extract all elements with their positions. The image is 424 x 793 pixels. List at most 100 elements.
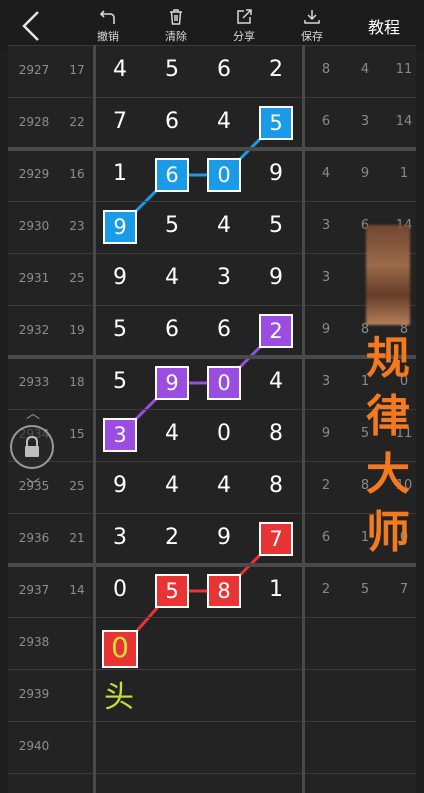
head-digit-box: 0 [102,630,138,668]
tail-value: 3 [321,218,331,233]
digit-cell: 5 [113,369,127,394]
digit-cell: 6 [165,109,179,134]
digit-cell: 8 [269,421,283,446]
sum-value: 14 [69,583,85,597]
digit-cell: 9 [217,525,231,550]
digit-cell: 0 [217,421,231,446]
row-divider [8,253,416,254]
sum-value: 25 [69,479,85,493]
issue-number: 2938 [18,635,50,649]
digit-cell: 9 [269,161,283,186]
column-divider [302,45,305,793]
digit-cell: 1 [113,161,127,186]
tail-value: 14 [395,114,413,129]
digit-cell: 7 [113,109,127,134]
row-divider [8,563,416,567]
highlight-box: 9 [155,366,189,400]
sum-value: 15 [69,427,85,441]
digit-cell: 9 [113,473,127,498]
digit-cell: 2 [269,57,283,82]
tail-value: 2 [321,582,331,597]
watermark: 规律大师 [366,333,410,558]
tail-value: 8 [321,62,331,77]
row-divider [8,773,416,774]
row-divider [8,513,416,514]
digit-cell: 6 [165,317,179,342]
highlight-box: 9 [103,210,137,244]
sum-value: 25 [69,271,85,285]
highlight-box: 0 [207,366,241,400]
digit-cell: 1 [269,577,283,602]
issue-number: 2936 [18,531,50,545]
digit-cell: 8 [269,473,283,498]
chevron-up-icon: ︿ [26,406,40,422]
highlight-box: 6 [155,158,189,192]
highlight-box: 5 [259,106,293,140]
issue-number: 2933 [18,375,50,389]
head-label: 头 [104,680,134,715]
lock-icon [25,435,39,457]
issue-number: 2931 [18,271,50,285]
lock-button[interactable] [10,425,54,469]
row-divider [8,97,416,98]
sum-value: 17 [69,63,85,77]
tail-value: 3 [321,374,331,389]
issue-number: 2927 [18,63,50,77]
digit-cell: 4 [269,369,283,394]
digit-cell: 6 [217,57,231,82]
column-divider [93,45,96,793]
issue-number: 2930 [18,219,50,233]
digit-cell: 6 [217,317,231,342]
highlight-box: 5 [155,574,189,608]
digit-cell: 5 [269,213,283,238]
highlight-box: 7 [259,522,293,556]
digit-cell: 4 [165,473,179,498]
row-divider [8,147,416,151]
highlight-box: 0 [207,158,241,192]
digit-cell: 5 [165,57,179,82]
tail-value: 9 [360,166,370,181]
highlight-box: 2 [259,314,293,348]
issue-number: 2928 [18,115,50,129]
tail-value: 9 [321,322,331,337]
digit-cell: 9 [269,265,283,290]
digit-cell: 4 [113,57,127,82]
row-divider [8,355,416,359]
tail-value: 3 [360,114,370,129]
row-divider [8,45,416,46]
tail-value: 7 [399,582,409,597]
sum-value: 22 [69,115,85,129]
digit-cell: 4 [217,473,231,498]
row-divider [8,461,416,462]
sum-value: 16 [69,167,85,181]
row-divider [8,617,416,618]
row-divider [8,721,416,722]
issue-number: 2932 [18,323,50,337]
issue-number: 2940 [18,739,50,753]
digit-cell: 5 [165,213,179,238]
tail-value: 4 [321,166,331,181]
highlight-box: 8 [207,574,241,608]
row-divider [8,201,416,202]
highlight-box: 3 [103,418,137,452]
digit-cell: 3 [113,525,127,550]
digit-cell: 2 [165,525,179,550]
tail-value: 4 [360,62,370,77]
digit-cell: 4 [217,213,231,238]
tail-value: 6 [321,530,331,545]
digit-cell: 9 [113,265,127,290]
digit-cell: 4 [165,265,179,290]
tail-value: 2 [321,478,331,493]
blurred-avatar [366,225,410,325]
issue-number: 2929 [18,167,50,181]
tail-value: 6 [321,114,331,129]
issue-number: 2939 [18,687,50,701]
digit-cell: 0 [113,577,127,602]
sum-value: 18 [69,375,85,389]
digit-cell: 4 [165,421,179,446]
tail-value: 5 [360,582,370,597]
row-divider [8,669,416,670]
chevron-down-icon: ﹀ [26,478,40,494]
digit-cell: 5 [113,317,127,342]
sum-value: 19 [69,323,85,337]
